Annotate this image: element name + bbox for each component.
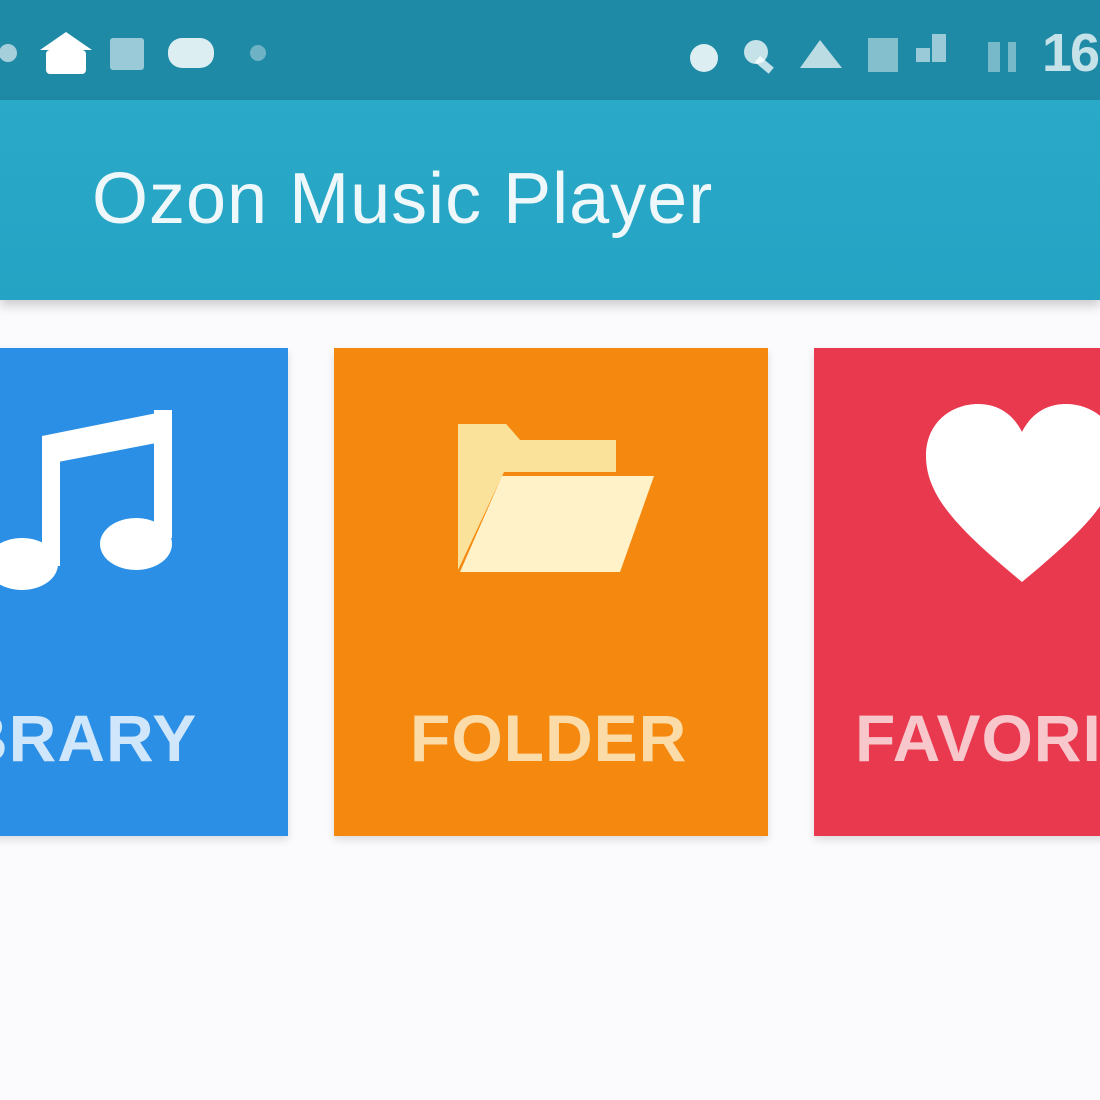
home-icon bbox=[40, 32, 92, 74]
data-icon bbox=[868, 38, 898, 72]
message-icon bbox=[168, 38, 214, 68]
tile-favorites-label: FAVORI bbox=[855, 701, 1100, 775]
tile-library-label: BRARY bbox=[0, 701, 198, 775]
wifi-icon bbox=[800, 40, 842, 68]
app-screen: 16 Ozon Music Player BRARY FOLDER FAVORI bbox=[0, 0, 1100, 1100]
heart-icon bbox=[926, 404, 1100, 582]
signal-icon bbox=[916, 34, 946, 62]
status-icons-right bbox=[690, 34, 1016, 74]
status-clock: 16 bbox=[1042, 23, 1100, 83]
dot-icon bbox=[250, 45, 266, 61]
tile-folder-label: FOLDER bbox=[410, 701, 688, 775]
image-icon bbox=[110, 38, 144, 70]
dot-icon bbox=[690, 44, 718, 72]
status-bar: 16 bbox=[0, 0, 1100, 100]
app-bar: Ozon Music Player bbox=[0, 100, 1100, 300]
battery-icon bbox=[988, 42, 1016, 72]
app-title: Ozon Music Player bbox=[92, 159, 714, 239]
status-icons-left bbox=[0, 32, 266, 74]
notification-icon bbox=[0, 44, 17, 62]
key-icon bbox=[744, 40, 774, 74]
music-note-icon bbox=[0, 410, 172, 590]
folder-open-icon bbox=[458, 424, 654, 572]
